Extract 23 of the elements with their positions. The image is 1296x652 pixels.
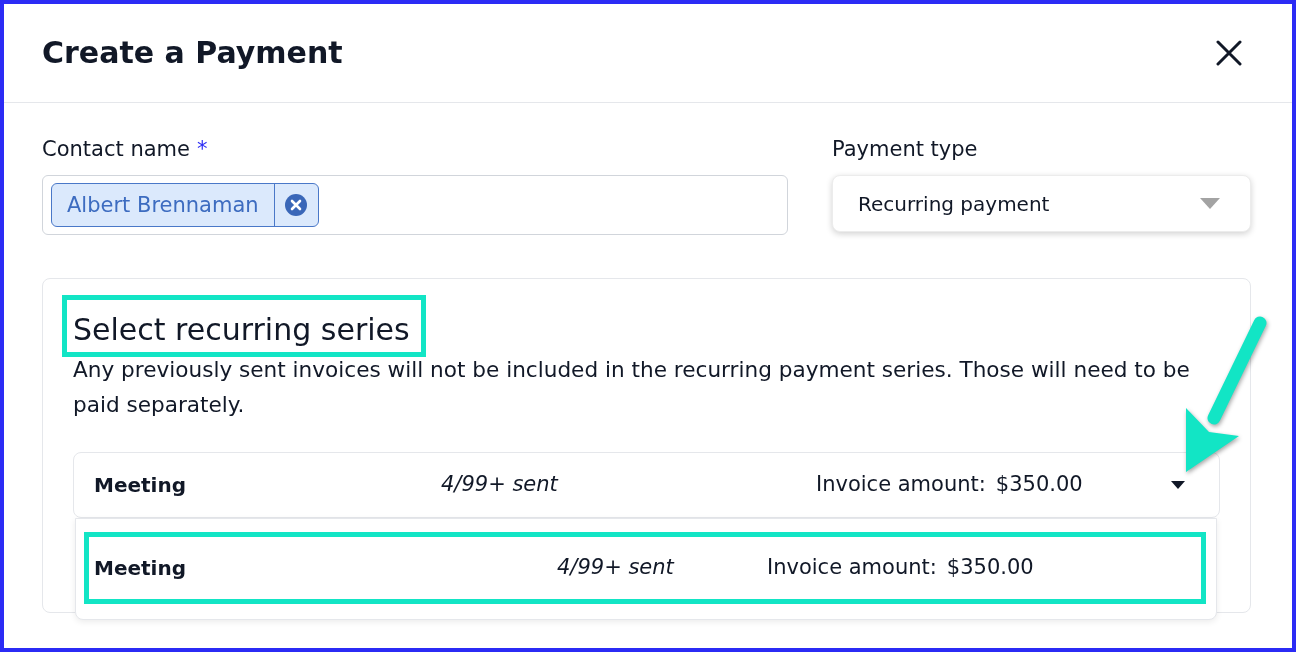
section-heading: Select recurring series xyxy=(73,312,410,348)
payment-type-select[interactable]: Recurring payment xyxy=(832,175,1251,232)
series-select[interactable]: Meeting 4/99+ sent Invoice amount: $350.00 xyxy=(73,452,1220,518)
sent-count: 4/99+ sent xyxy=(441,471,560,499)
field-label: Payment type xyxy=(832,136,978,162)
series-name: Meeting xyxy=(94,555,187,582)
invoice-amount: $350.00 xyxy=(995,471,1083,499)
invoice-amount: $350.00 xyxy=(946,554,1034,582)
series-name: Meeting xyxy=(94,472,187,499)
close-button[interactable] xyxy=(1216,40,1242,66)
dialog-title: Create a Payment xyxy=(42,34,343,72)
contact-input[interactable]: Albert Brennaman xyxy=(42,175,788,235)
series-note: Any previously sent invoices will not be included in the recurring payment series. Those will need to be paid separately. xyxy=(73,356,1191,419)
dropdown-option[interactable]: Meeting 4/99+ sent Invoice amount: $350.00 xyxy=(84,532,1206,604)
required-mark: * xyxy=(196,136,208,162)
field-label: Contact name xyxy=(42,136,190,162)
invoice-amount-label: Invoice amount: xyxy=(767,554,937,582)
close-icon xyxy=(1216,40,1242,66)
invoice-amount-label: Invoice amount: xyxy=(816,471,986,499)
remove-icon xyxy=(285,194,308,216)
chip-label: Albert Brennaman xyxy=(66,192,260,218)
caret-icon xyxy=(1200,198,1220,209)
sent-count: 4/99+ sent xyxy=(557,554,676,582)
